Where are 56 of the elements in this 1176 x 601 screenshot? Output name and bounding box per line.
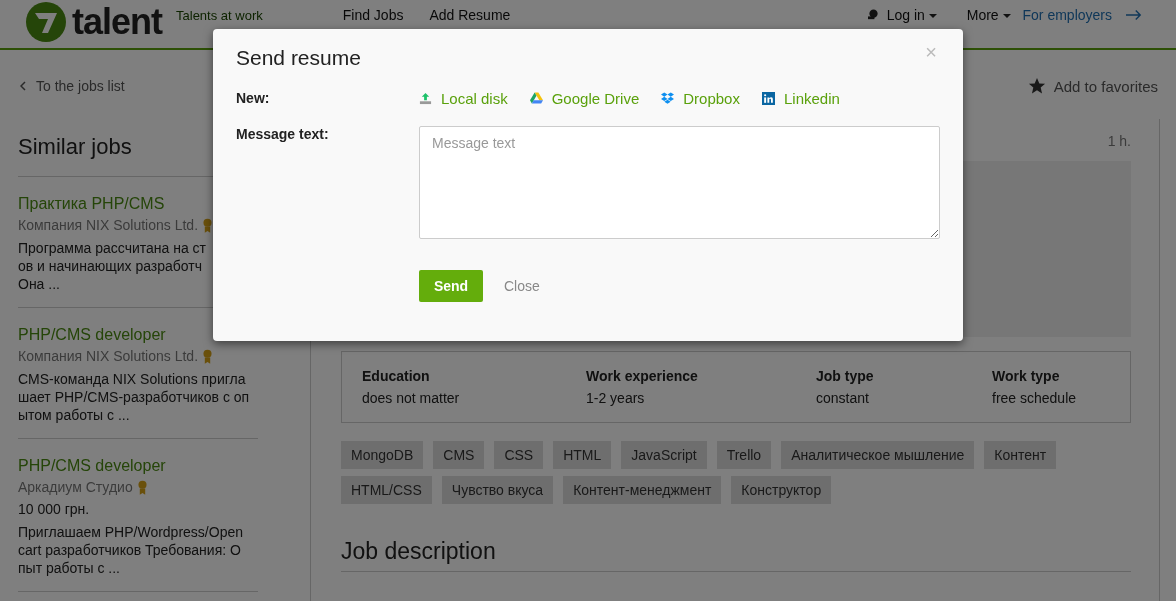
fact-value: constant: [816, 390, 870, 406]
job-snippet: Приглашаем PHP/Wordpress/Open cart разработчиков Требования: О пыт работы с ...: [18, 523, 244, 577]
upload-source-link[interactable]: Google Drive: [529, 90, 640, 107]
fact-label: Job type: [816, 368, 875, 384]
linkedin-icon: [761, 92, 775, 105]
favorites-link[interactable]: Add to favorites: [1053, 77, 1158, 95]
employers-link[interactable]: For employers: [1022, 7, 1112, 23]
salary: 10 000 грн.: [18, 501, 91, 517]
job-title-link[interactable]: PHP/CMS developer: [18, 457, 258, 475]
chevron-left-icon: [20, 81, 26, 91]
skill-tag: CSS: [494, 441, 544, 469]
upload-source-link[interactable]: Local disk: [419, 90, 508, 107]
dropbox-icon: [661, 92, 675, 105]
login-link[interactable]: Log in: [886, 7, 937, 23]
fact-label: Work type: [992, 368, 1061, 384]
arrow-right-icon: [1126, 9, 1142, 21]
section-heading: Job description: [341, 538, 1131, 572]
skill-tag: Чувство вкуса: [441, 476, 554, 504]
upload-source-link[interactable]: Linkedin: [761, 90, 840, 107]
company-name: Компания NIX Solutions Ltd.: [18, 348, 199, 364]
nav-link[interactable]: Find Jobs: [342, 7, 404, 23]
fact-label: Work experience: [586, 368, 699, 384]
posted-time: 1 h.: [1107, 133, 1131, 149]
fact-label: Education: [362, 368, 431, 384]
skill-tag: HTML/CSS: [341, 476, 432, 504]
skill-tag: Контент: [984, 441, 1057, 469]
back-link[interactable]: To the jobs list: [36, 78, 125, 94]
skill-tag: Trello: [716, 441, 772, 469]
fact-value: free schedule: [992, 390, 1078, 406]
upload-icon: [419, 92, 432, 105]
field-label: New:: [236, 90, 271, 107]
dialog-title: Send resume: [236, 46, 361, 70]
company-name: Аркадиум Студио: [18, 479, 133, 495]
skill-tag: JavaScript: [621, 441, 707, 469]
logo-text[interactable]: talent: [72, 4, 162, 40]
tagline: Talents at work: [176, 8, 263, 23]
upload-source-link[interactable]: Dropbox: [661, 90, 740, 107]
message-field[interactable]: Message text: [419, 126, 940, 239]
company-name: Компания NIX Solutions Ltd.: [18, 217, 199, 233]
close-button[interactable]: ×: [921, 41, 941, 64]
send-button[interactable]: Send: [419, 270, 483, 302]
job-snippet: Программа рассчитана на ст ов и начинающих разработч Она ...: [18, 239, 208, 293]
skill-tag: HTML: [553, 441, 612, 469]
star-icon: [1027, 77, 1046, 95]
close-link[interactable]: Close: [504, 278, 540, 294]
skill-tag: Аналитическое мышление: [781, 441, 975, 469]
nav-link[interactable]: Add Resume: [429, 7, 511, 23]
skill-tag: CMS: [433, 441, 485, 469]
more-menu[interactable]: More: [966, 7, 1011, 23]
skill-tag: Конструктор: [731, 476, 832, 504]
job-snippet: CMS-команда NIX Solutions пригла шает PHP/CMS-разработчиков с оп ытом работы с ...: [18, 370, 251, 424]
fact-value: 1-2 years: [586, 390, 646, 406]
fact-value: does not matter: [362, 390, 461, 406]
triangle-icon: [529, 92, 543, 105]
skill-tag: MongoDB: [341, 441, 424, 469]
skill-tag: Контент-менеджмент: [563, 476, 722, 504]
